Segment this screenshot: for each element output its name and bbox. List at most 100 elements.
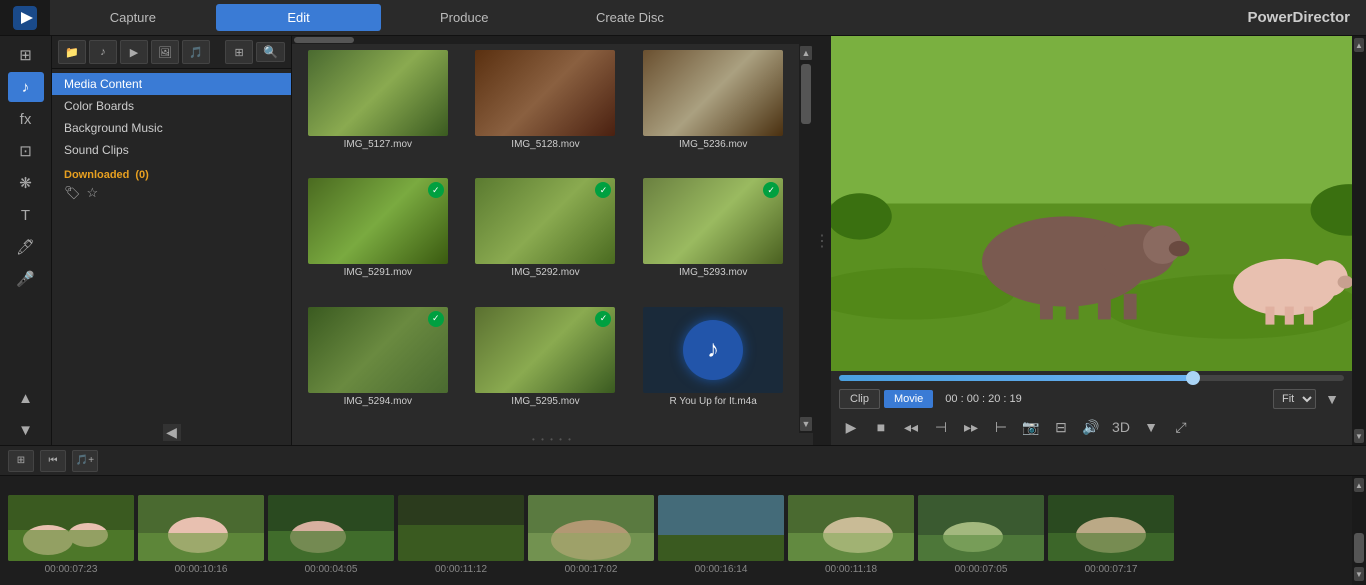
tl-scroll-thumb[interactable] xyxy=(1354,533,1364,563)
thumb-placeholder-3 xyxy=(643,50,783,136)
main-scroll-down[interactable]: ▼ xyxy=(1354,429,1364,443)
set-end-btn[interactable]: ⊢ xyxy=(989,415,1013,439)
sidebar-icon-media[interactable]: ⊞ xyxy=(8,40,44,70)
volume-btn[interactable]: 🔊 xyxy=(1079,415,1103,439)
tl-scroll-up[interactable]: ▲ xyxy=(1354,478,1364,492)
sidebar-icon-particles[interactable]: ❋ xyxy=(8,168,44,198)
preview-panel: Clip Movie 00 : 00 : 20 : 19 Fit ▼ ▶ ■ ◂… xyxy=(831,36,1352,445)
media-label-4: IMG_5291.mov xyxy=(344,267,412,278)
media-scroll-thumb[interactable] xyxy=(801,64,811,124)
tl-scroll-down[interactable]: ▼ xyxy=(1354,567,1364,581)
collapse-area: ◀ xyxy=(52,420,291,445)
capture-btn[interactable]: Capture xyxy=(50,4,216,31)
stop-btn[interactable]: ■ xyxy=(869,415,893,439)
tab-icons: 🏷 ☆ xyxy=(52,183,291,203)
tl-btn-add-audio[interactable]: 🎵+ xyxy=(72,450,98,472)
thumb-placeholder-7: ✓ xyxy=(308,307,448,393)
tag-icon[interactable]: 🏷 xyxy=(64,185,81,201)
star-icon[interactable]: ☆ xyxy=(87,185,99,201)
lib-btn-image[interactable]: 🖼 xyxy=(151,40,179,64)
tl-clip-6[interactable]: 00:00:16:14 xyxy=(658,495,784,575)
media-item-3[interactable]: IMG_5236.mov xyxy=(629,46,797,174)
set-start-btn[interactable]: ⊣ xyxy=(929,415,953,439)
check-badge-5: ✓ xyxy=(595,182,611,198)
media-item-6[interactable]: ✓ IMG_5293.mov xyxy=(629,174,797,302)
tl-thumb-svg-9 xyxy=(1048,495,1174,561)
fullscreen-btn[interactable]: ⤢ xyxy=(1169,415,1193,439)
fit-dropdown-btn[interactable]: ▼ xyxy=(1320,387,1344,411)
lib-btn-audio[interactable]: 🎵 xyxy=(182,40,210,64)
sidebar-icon-down[interactable]: ▼ xyxy=(8,415,44,445)
media-item-1[interactable]: IMG_5127.mov xyxy=(294,46,462,174)
edit-btn[interactable]: Edit xyxy=(216,4,382,31)
sidebar-icon-fx[interactable]: fx xyxy=(8,104,44,134)
thumb-placeholder-5: ✓ xyxy=(475,178,615,264)
media-thumb-6: ✓ xyxy=(643,178,783,264)
clip-btn[interactable]: Clip xyxy=(839,389,880,409)
sidebar-icon-paint[interactable]: 🖊 xyxy=(8,232,44,262)
fit-select[interactable]: Fit xyxy=(1273,389,1316,409)
lib-btn-folder[interactable]: 📁 xyxy=(58,40,86,64)
tl-btn-skip-start[interactable]: ⏮ xyxy=(40,450,66,472)
time-display: 00 : 00 : 20 : 19 xyxy=(937,393,1029,405)
subtitle-btn[interactable]: ⊟ xyxy=(1049,415,1073,439)
media-item-2[interactable]: IMG_5128.mov xyxy=(462,46,630,174)
nav-item-sound-clips[interactable]: Sound Clips xyxy=(52,139,291,161)
media-item-7[interactable]: ✓ IMG_5294.mov xyxy=(294,303,462,431)
3d-btn[interactable]: 3D xyxy=(1109,415,1133,439)
panel-divider[interactable]: ⋮ xyxy=(813,36,831,445)
search-icon[interactable]: 🔍 xyxy=(263,45,278,59)
downloaded-label: Downloaded xyxy=(64,169,129,181)
prev-frame-btn[interactable]: ◂◂ xyxy=(899,415,923,439)
tl-thumb-6 xyxy=(658,495,784,561)
tl-clip-9[interactable]: 00:00:07:17 xyxy=(1048,495,1174,575)
collapse-button[interactable]: ◀ xyxy=(163,424,181,441)
nav-item-background-music[interactable]: Background Music xyxy=(52,117,291,139)
main-scroll-up[interactable]: ▲ xyxy=(1354,38,1364,52)
downloaded-count: (0) xyxy=(135,169,148,181)
sidebar-icon-transitions[interactable]: ⊡ xyxy=(8,136,44,166)
lib-btn-video[interactable]: ▶ xyxy=(120,40,148,64)
sidebar-icon-title[interactable]: T xyxy=(8,200,44,230)
sidebar-icon-up[interactable]: ▲ xyxy=(8,383,44,413)
tl-thumb-7 xyxy=(788,495,914,561)
lib-btn-music[interactable]: ♪ xyxy=(89,40,117,64)
nav-item-color-boards[interactable]: Color Boards xyxy=(52,95,291,117)
nav-item-media-content[interactable]: Media Content xyxy=(52,73,291,95)
tl-clip-4[interactable]: 00:00:11:12 xyxy=(398,495,524,575)
media-item-4[interactable]: ✓ IMG_5291.mov xyxy=(294,174,462,302)
preview-progress-bar[interactable] xyxy=(839,375,1344,381)
movie-btn[interactable]: Movie xyxy=(884,390,933,408)
sidebar-icon-mic[interactable]: 🎤 xyxy=(8,264,44,294)
media-thumb-2 xyxy=(475,50,615,136)
preview-btns-row: Clip Movie 00 : 00 : 20 : 19 Fit ▼ xyxy=(839,387,1344,411)
tl-btn-zoom-in[interactable]: ⊞ xyxy=(8,450,34,472)
produce-btn[interactable]: Produce xyxy=(381,4,547,31)
play-btn[interactable]: ▶ xyxy=(839,415,863,439)
sidebar-icon-library[interactable]: ♪ xyxy=(8,72,44,102)
media-item-9[interactable]: ♪ R You Up for It.m4a xyxy=(629,303,797,431)
tl-clip-8[interactable]: 00:00:07:05 xyxy=(918,495,1044,575)
tl-clip-7[interactable]: 00:00:11:18 xyxy=(788,495,914,575)
tl-clip-5[interactable]: 00:00:17:02 xyxy=(528,495,654,575)
media-item-5[interactable]: ✓ IMG_5292.mov xyxy=(462,174,630,302)
3d-dropdown-btn[interactable]: ▼ xyxy=(1139,415,1163,439)
media-item-8[interactable]: ✓ IMG_5295.mov xyxy=(462,303,630,431)
tl-clip-1[interactable]: 00:00:07:23 xyxy=(8,495,134,575)
lib-btn-grid[interactable]: ⊞ xyxy=(225,40,253,64)
timeline-content: 00:00:07:23 00:00:10:16 xyxy=(0,476,1366,585)
next-frame-btn[interactable]: ▸▸ xyxy=(959,415,983,439)
snapshot-btn[interactable]: 📷 xyxy=(1019,415,1043,439)
preview-progress-thumb[interactable] xyxy=(1186,371,1200,385)
tl-time-9: 00:00:07:17 xyxy=(1085,564,1138,575)
tl-thumb-5 xyxy=(528,495,654,561)
library-toolbar: 📁 ♪ ▶ 🖼 🎵 ⊞ 🔍 xyxy=(52,36,291,69)
timeline-scrollbar: ▲ ▼ xyxy=(1352,476,1366,585)
media-scroll-up[interactable]: ▲ xyxy=(800,46,812,60)
tl-thumb-9 xyxy=(1048,495,1174,561)
media-scroll-down[interactable]: ▼ xyxy=(800,417,812,431)
create-disc-btn[interactable]: Create Disc xyxy=(547,4,713,31)
tl-clip-3[interactable]: 00:00:04:05 xyxy=(268,495,394,575)
main-area: ⊞ ♪ fx ⊡ ❋ T 🖊 🎤 ▲ ▼ 📁 ♪ ▶ 🖼 🎵 ⊞ 🔍 Me xyxy=(0,36,1366,445)
tl-clip-2[interactable]: 00:00:10:16 xyxy=(138,495,264,575)
